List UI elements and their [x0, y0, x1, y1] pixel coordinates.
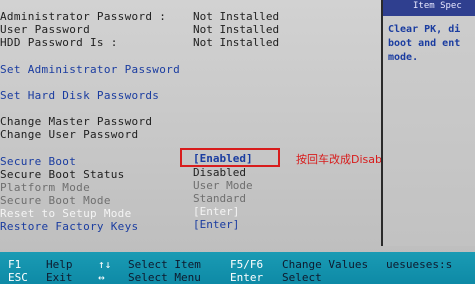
platform-mode-value: User Mode	[193, 179, 253, 192]
key-help-bar: F1 Help ↑↓ Select Item F5/F6 Change Valu…	[0, 252, 475, 284]
platform-mode-label: Platform Mode	[0, 181, 90, 194]
reset-setup-mode-value[interactable]: [Enter]	[193, 205, 239, 218]
item-specific-help-pane: Item Spec Clear PK, di boot and ent mode…	[381, 0, 475, 246]
secure-boot-mode-label: Secure Boot Mode	[0, 194, 111, 207]
enter-key: Enter	[230, 271, 264, 284]
up-down-arrows-icon: ↑↓	[98, 258, 112, 271]
admin-password-value: Not Installed	[193, 10, 280, 23]
hdd-password-value: Not Installed	[193, 36, 280, 49]
secure-boot-label[interactable]: Secure Boot	[0, 155, 76, 168]
select-menu-text: Select Menu	[128, 271, 201, 284]
bios-screen: Administrator Password : Not Installed U…	[0, 0, 475, 284]
help-pane-title: Item Spec	[383, 0, 475, 16]
help-line: Clear PK, di	[388, 24, 461, 35]
left-right-arrows-icon: ↔	[98, 271, 105, 284]
user-password-label: User Password	[0, 23, 90, 36]
f1-key: F1	[8, 258, 22, 271]
select-item-text: Select Item	[128, 258, 201, 271]
secure-boot-status-value: Disabled	[193, 166, 246, 179]
restore-factory-keys-label[interactable]: Restore Factory Keys	[0, 220, 138, 233]
help-line: mode.	[388, 52, 419, 63]
exit-text: Exit	[46, 271, 73, 284]
secure-boot-status-label: Secure Boot Status	[0, 168, 125, 181]
set-admin-password-item[interactable]: Set Administrator Password	[0, 63, 180, 76]
reset-setup-mode-label[interactable]: Reset to Setup Mode	[0, 207, 132, 220]
change-master-password-item[interactable]: Change Master Password	[0, 115, 152, 128]
user-password-value: Not Installed	[193, 23, 280, 36]
f5-f6-key: F5/F6	[230, 258, 264, 271]
esc-key: ESC	[8, 271, 28, 284]
truncated-text: uesueses:s	[386, 258, 453, 271]
secure-boot-mode-value: Standard	[193, 192, 246, 205]
set-hdd-passwords-item[interactable]: Set Hard Disk Passwords	[0, 89, 159, 102]
help-text: Help	[46, 258, 73, 271]
select-text: Select	[282, 271, 322, 284]
change-user-password-item[interactable]: Change User Password	[0, 128, 138, 141]
admin-password-label: Administrator Password :	[0, 10, 167, 23]
hdd-password-label: HDD Password Is :	[0, 36, 118, 49]
change-values-text: Change Values	[282, 258, 369, 271]
restore-factory-keys-value[interactable]: [Enter]	[193, 218, 239, 231]
highlight-box	[180, 148, 280, 167]
help-line: boot and ent	[388, 38, 461, 49]
